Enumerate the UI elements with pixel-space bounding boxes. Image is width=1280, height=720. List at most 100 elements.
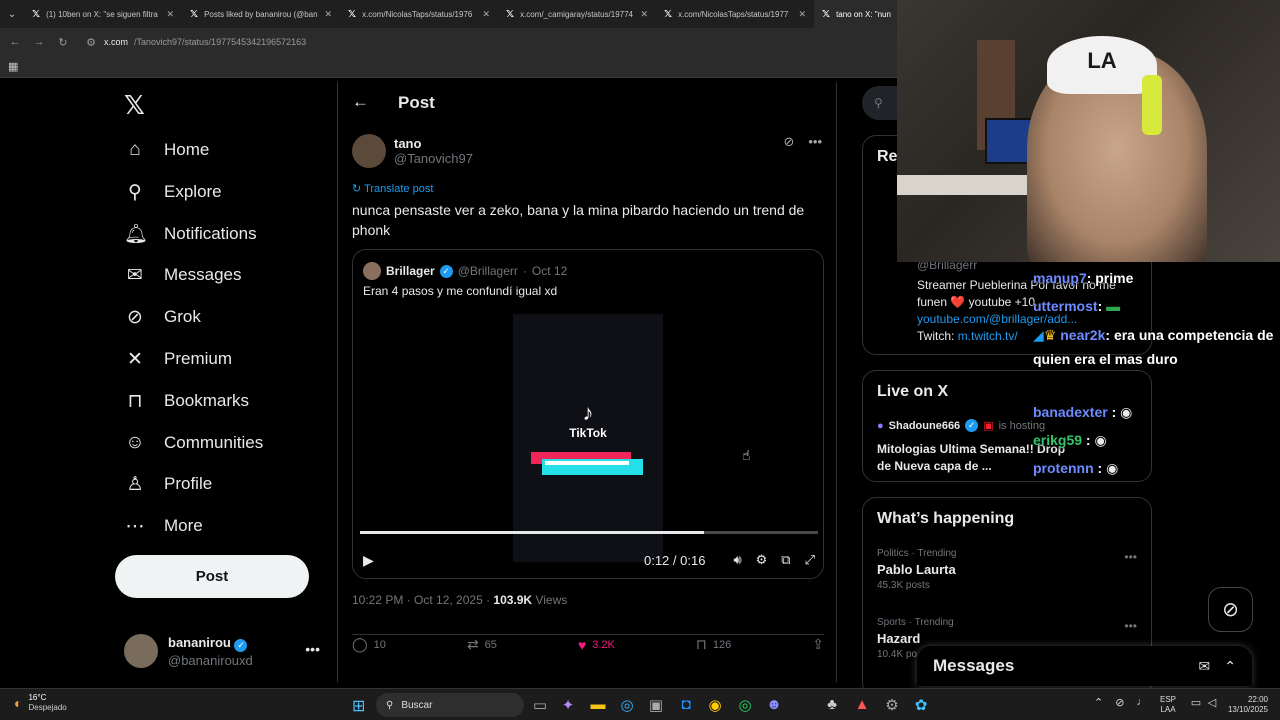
translate-link[interactable]: ↻ Translate post [352,182,433,195]
tiktok-note-icon: ♪ [582,400,594,425]
streamer-webcam: LA [897,0,1280,262]
volume-icon[interactable]: ◁ [1202,696,1222,709]
nav-home[interactable]: ⌂ Home [124,135,209,165]
grok-icon: ⊘ [1222,599,1239,621]
more-dots-icon[interactable]: ••• [305,641,320,657]
video-controls: ▶ 0:12 / 0:16 🔊︎ ⚙ ⧉ ⤢ [363,548,815,572]
nav-grok[interactable]: ⊘ Grok [124,302,201,332]
more-dots-icon[interactable]: ••• [1124,550,1137,564]
app-icon[interactable]: ✿ [911,696,931,714]
microphone-icon[interactable]: ♩ [1136,696,1147,709]
webcam-headphones [1142,75,1162,135]
spotify-icon[interactable]: ◎ [735,696,755,714]
windows-start-icon[interactable]: ⊞ [352,696,365,716]
tab-close-icon[interactable]: ✕ [798,9,806,20]
app-icon[interactable]: ⚙ [882,696,902,714]
back-arrow-icon[interactable]: ← [352,92,369,112]
reply-button[interactable]: ◯ 10 [352,636,386,653]
video-player[interactable]: ♪ TikTok ▶ 0:12 / 0:16 🔊︎ ⚙ ⧉ ⤢ [353,312,823,578]
app-icon[interactable]: ▲ [852,696,872,713]
browser-tab[interactable]: 𝕏 (1) 10ben on X: "se siguen filtra ✕ [24,0,182,28]
more-dots-icon[interactable]: ••• [808,134,822,150]
apps-grid-icon[interactable]: ▦ [8,60,18,73]
grok-icon[interactable]: ⊘ [783,134,794,150]
pip-icon[interactable]: ⧉ [781,552,790,568]
nav-profile[interactable]: ♙ Profile [124,469,212,499]
chat-message: ◢♛ near2k: era una competencia de quien … [1033,327,1274,367]
network-off-icon[interactable]: ⊘ [1115,696,1124,709]
store-icon[interactable]: ▣ [646,696,666,714]
tiktok-loader-bar [545,461,629,465]
taskbar-clock[interactable]: 22:00 13/10/2025 [1224,695,1268,715]
avatar [363,262,381,280]
weather-widget[interactable]: ◐ 16°C Despejado [14,693,67,713]
nav-premium[interactable]: ✕ Premium [124,344,232,374]
webcam-shelf [897,175,1027,195]
browser-tab[interactable]: 𝕏 Posts liked by bananirou (@ban ✕ [182,0,340,28]
play-icon[interactable]: ▶ [363,552,374,569]
live-host: ● Shadoune666 ✓ ▣ is hosting [877,419,1046,432]
chevron-up-icon[interactable]: ⌃ [1094,696,1103,709]
post-author[interactable]: tano @Tanovich97 [352,134,473,168]
messages-dock[interactable]: Messages ✉ ⌃ [917,646,1252,686]
quoted-post[interactable]: Brillager ✓ @Brillagerr · Oct 12 Eran 4 … [352,249,824,579]
video-progress-bar[interactable] [360,531,818,534]
language-indicator[interactable]: ESP LAA [1160,695,1176,715]
emote-icon: ◉ [1120,404,1133,420]
heart-icon: ♥ [577,636,587,653]
settings-gear-icon[interactable]: ⚙ [756,552,768,568]
browser-tab[interactable]: 𝕏 x.com/_camigaray/status/19774 ✕ [498,0,656,28]
outlook-icon[interactable]: ◘ [676,696,696,713]
nav-communities[interactable]: ☺ Communities [124,428,263,458]
tab-close-icon[interactable]: ✕ [166,9,174,20]
translate-icon: ↻ [352,183,362,195]
url-field[interactable]: ⚙ x.com/Tanovich97/status/19775453421965… [84,36,306,49]
share-button[interactable]: ⇪ [812,636,824,653]
avatar[interactable] [352,134,386,168]
browser-tab[interactable]: 𝕏 x.com/NicolasTaps/status/1977 ✕ [656,0,814,28]
tab-search-icon[interactable]: ⌄ [0,0,24,28]
emote-icon: ▬ [1106,298,1121,314]
back-icon[interactable]: ← [8,36,22,48]
nav-messages[interactable]: ✉ Messages [124,260,241,290]
more-dots-icon[interactable]: ••• [1124,619,1137,633]
weather-icon: ◐ [14,695,23,711]
nav-bookmarks[interactable]: ⊓ Bookmarks [124,386,249,416]
browser-tab[interactable]: 𝕏 x.com/NicolasTaps/status/1976 ✕ [340,0,498,28]
grok-floating-button[interactable]: ⊘ [1208,587,1253,632]
taskbar-search[interactable]: ⚲ Buscar [376,693,524,717]
copilot-icon[interactable]: ✦ [558,696,578,714]
volume-icon[interactable]: 🔊︎ [733,552,741,568]
site-info-icon[interactable]: ⚙ [84,36,98,49]
account-switcher[interactable]: bananirou ✓ @bananirouxd ••• [124,633,324,669]
tab-close-icon[interactable]: ✕ [482,9,490,20]
x-logo-icon[interactable]: 𝕏 [124,90,145,121]
people-icon: ☺ [125,432,145,453]
post-button[interactable]: Post [115,555,309,598]
bio-twitch-link[interactable]: m.twitch.tv/ [958,329,1018,343]
mail-icon: ✉ [127,264,143,286]
new-message-icon[interactable]: ✉ [1199,658,1211,675]
edge-icon[interactable]: ◎ [617,696,637,714]
app-icon[interactable]: ♣ [822,696,842,713]
discord-icon[interactable]: ☻ [764,696,784,713]
tab-close-icon[interactable]: ✕ [324,9,332,20]
tab-close-icon[interactable]: ✕ [640,9,648,20]
forward-icon[interactable]: → [32,36,46,48]
expand-up-icon[interactable]: ⌃ [1224,658,1236,675]
fullscreen-icon[interactable]: ⤢ [805,552,815,568]
reload-icon[interactable]: ↻ [56,36,70,49]
file-explorer-icon[interactable]: ▬ [588,696,608,713]
bookmark-button[interactable]: ⊓ 126 [696,636,731,653]
chrome-icon[interactable]: ◉ [705,696,725,714]
video-frame: ♪ TikTok [513,314,663,562]
trend-item[interactable]: Politics · Trending Pablo Laurta 45.3K p… [877,548,956,591]
task-view-icon[interactable]: ▭ [530,696,550,714]
nav-more[interactable]: ⋯ More [124,511,203,541]
x-logo-icon: ✕ [127,348,143,370]
left-navigation: 𝕏 ⌂ Home ⚲ Explore 🔔︎ Notifications ✉ Me… [114,82,324,682]
nav-notifications[interactable]: 🔔︎ Notifications [124,219,257,249]
like-button[interactable]: ♥ 3.2K [578,637,615,653]
repost-button[interactable]: ⇄ 65 [467,636,497,653]
nav-explore[interactable]: ⚲ Explore [124,177,222,207]
